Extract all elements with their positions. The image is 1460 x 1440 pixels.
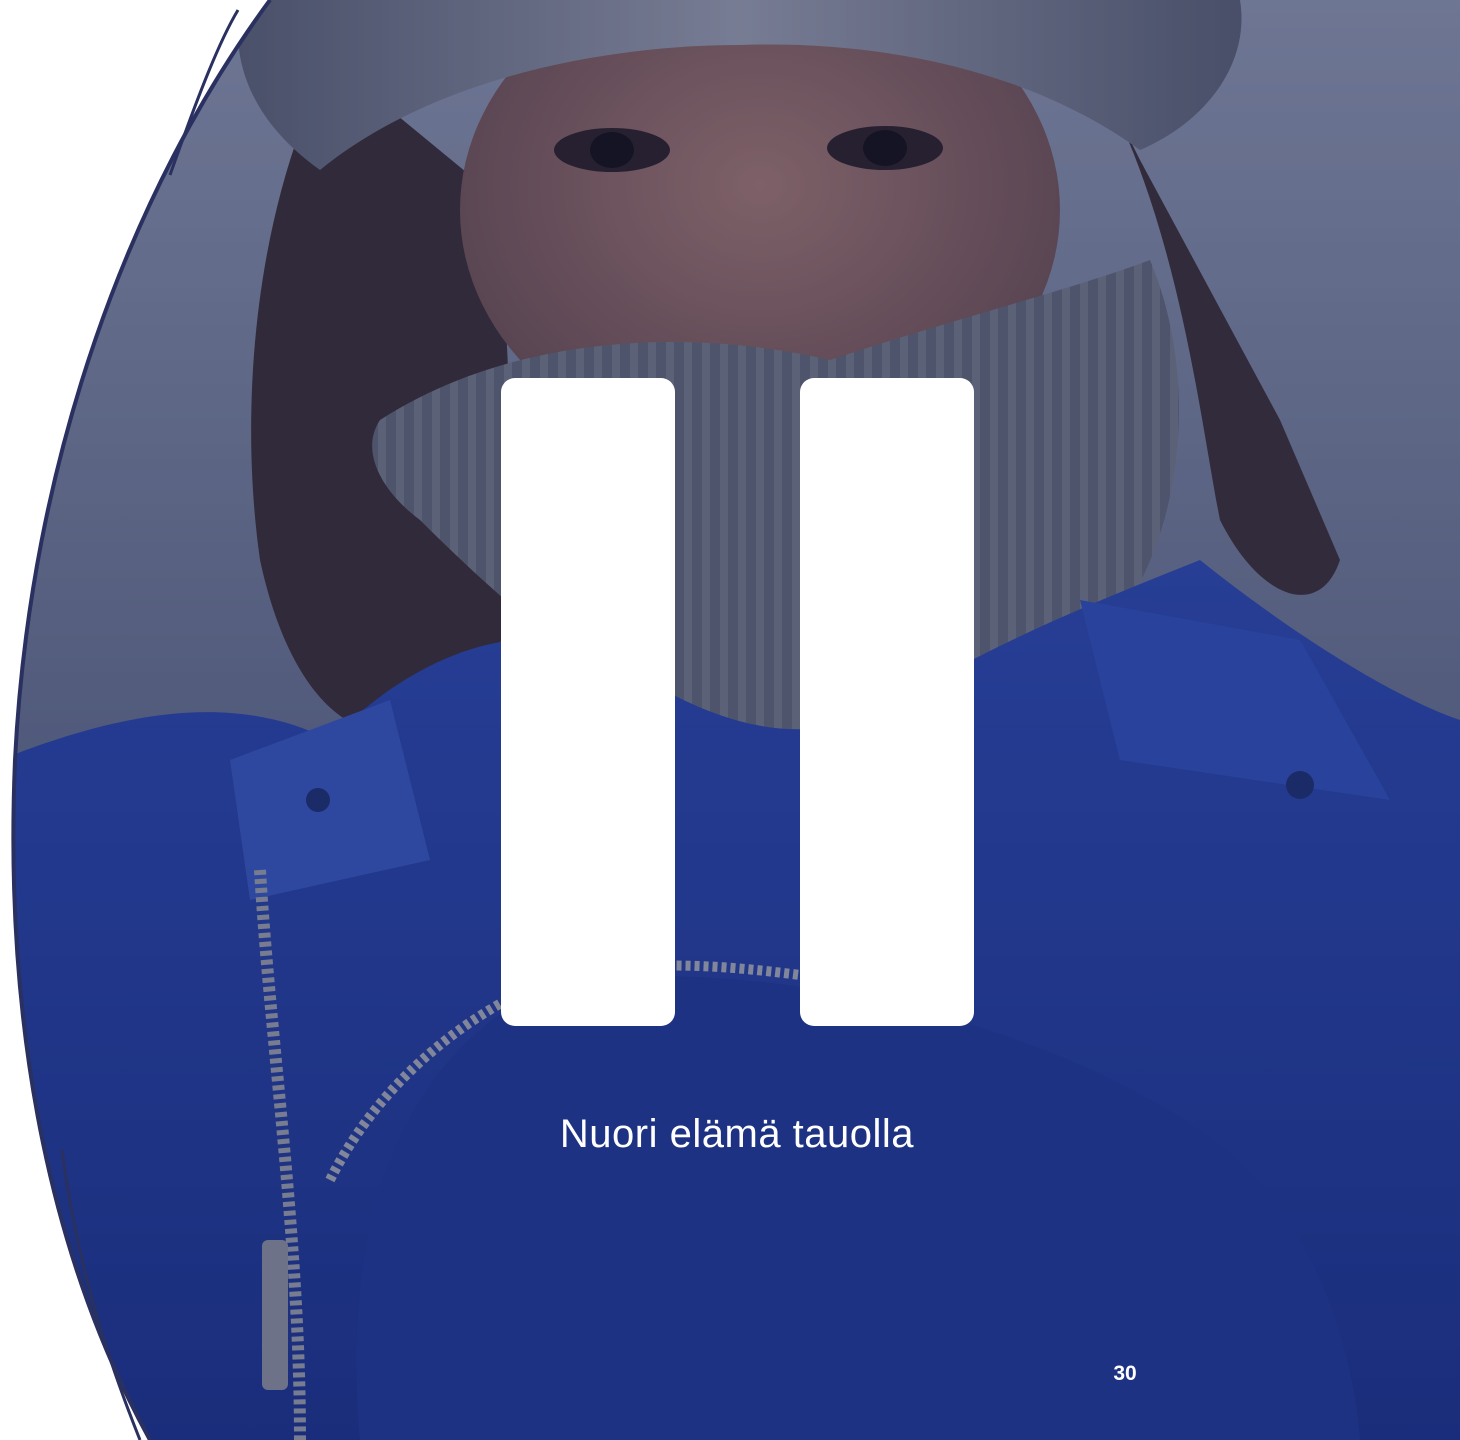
pause-bar-left [501, 378, 675, 1026]
page-number: 30 [1113, 1362, 1137, 1385]
slide-caption: Nuori elämä tauolla [559, 1112, 915, 1156]
background-photo [11, 0, 1460, 1440]
slide: Nuori elämä tauolla 30 [0, 0, 1460, 1440]
pause-bar-right [800, 378, 974, 1026]
photo-content [13, 0, 1460, 1440]
